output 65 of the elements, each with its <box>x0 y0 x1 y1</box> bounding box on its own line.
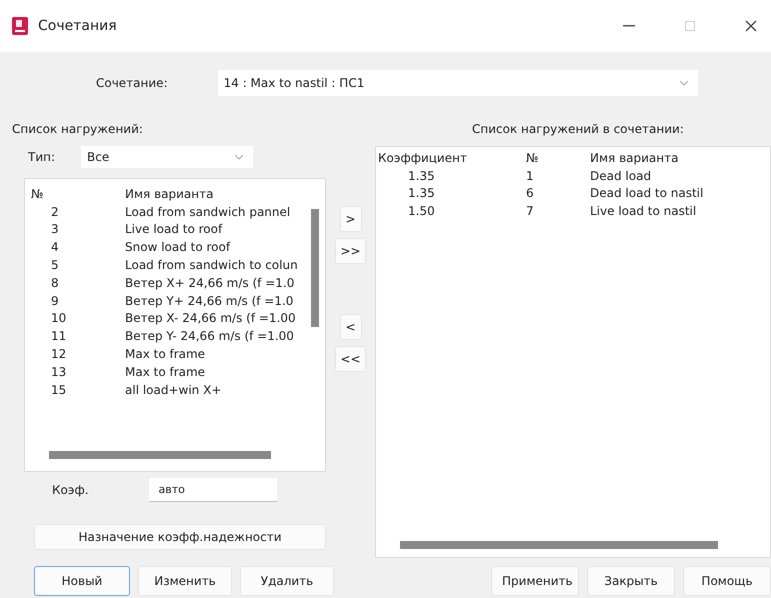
load-name[interactable]: Ветер Y- 24,66 m/s (f =1.00 <box>125 329 325 344</box>
load-name[interactable]: Load from sandwich pannel <box>125 204 325 219</box>
scrollbar-thumb[interactable] <box>400 541 718 549</box>
load-name[interactable]: Max to frame <box>125 347 325 362</box>
transfer-button[interactable]: < <box>340 314 362 340</box>
column-header: № <box>526 150 540 165</box>
transfer-button[interactable]: > <box>340 206 362 232</box>
load-name[interactable]: Ветер X- 24,66 m/s (f =1.00 <box>125 311 325 326</box>
loads-list-heading: Список нагружений: <box>12 122 144 136</box>
load-number[interactable]: 12 <box>25 347 125 362</box>
dropdown-caret-icon <box>680 80 688 86</box>
load-name[interactable]: all load+win X+ <box>125 382 325 397</box>
load-number[interactable]: 4 <box>25 240 125 254</box>
scrollbar-thumb[interactable] <box>49 451 271 459</box>
load-number[interactable]: 6 <box>526 186 590 200</box>
dropdown-caret-icon <box>235 154 244 160</box>
maximize-icon <box>685 21 695 31</box>
coefficient-value[interactable]: 1.35 <box>376 168 526 183</box>
coefficient-field[interactable]: авто <box>148 478 277 502</box>
combination-dropdown[interactable]: 14 : Max to nastil : ПС1 <box>218 70 698 96</box>
load-number[interactable]: 13 <box>25 364 125 379</box>
column-header: Имя варианта <box>125 186 214 201</box>
load-name[interactable]: Snow load to roof <box>125 240 325 254</box>
load-number[interactable]: 7 <box>526 204 590 218</box>
load-number[interactable]: 15 <box>25 382 125 397</box>
column-header: Коэффициент <box>377 150 468 165</box>
load-number[interactable]: 9 <box>25 294 125 308</box>
column-header: Имя варианта <box>590 150 680 165</box>
load-name[interactable]: Ветер Y+ 24,66 m/s (f =1.0 <box>125 294 325 308</box>
load-number[interactable]: 1 <box>526 168 590 183</box>
transfer-button[interactable]: << <box>335 346 366 372</box>
action-button[interactable]: Закрыть <box>587 566 675 596</box>
type-label: Тип: <box>28 150 56 164</box>
window-title: Сочетания <box>38 18 118 34</box>
load-name[interactable]: Load from sandwich to colun <box>125 258 325 272</box>
load-number[interactable]: 2 <box>25 204 125 219</box>
coefficient-value[interactable]: 1.50 <box>376 204 526 218</box>
load-number[interactable]: 11 <box>25 329 125 344</box>
action-button[interactable]: Применить <box>491 566 579 596</box>
minimize-icon[interactable] <box>623 25 635 27</box>
combination-label: Сочетание: <box>96 76 168 90</box>
scrollbar-thumb[interactable] <box>311 209 319 327</box>
action-button[interactable]: Изменить <box>138 566 232 596</box>
load-name[interactable]: Live load to nastil <box>590 204 770 218</box>
load-number[interactable]: 3 <box>25 222 125 236</box>
load-name[interactable]: Live load to roof <box>125 222 325 236</box>
load-name[interactable]: Max to frame <box>125 364 325 379</box>
close-icon[interactable] <box>745 20 757 32</box>
combination-list-heading: Список нагружений в сочетании: <box>472 122 684 136</box>
action-button[interactable]: Удалить <box>240 566 334 596</box>
load-number[interactable]: 8 <box>25 276 125 290</box>
action-button[interactable]: Новый <box>34 566 130 596</box>
load-number[interactable]: 5 <box>25 258 125 272</box>
reliability-button[interactable]: Назначение коэфф.надежности <box>34 524 326 550</box>
load-number[interactable]: 10 <box>25 311 125 326</box>
load-name[interactable]: Ветер X+ 24,66 m/s (f =1.0 <box>125 276 325 290</box>
load-name[interactable]: Dead load <box>590 168 770 183</box>
transfer-button[interactable]: >> <box>335 238 366 264</box>
action-button[interactable]: Помощь <box>683 566 771 596</box>
column-header: № <box>30 186 44 201</box>
load-name[interactable]: Dead load to nastil <box>590 186 770 200</box>
coefficient-label: Коэф. <box>52 483 89 497</box>
coefficient-value[interactable]: 1.35 <box>376 186 526 200</box>
app-logo-icon <box>12 17 28 35</box>
type-dropdown[interactable]: Все <box>81 146 254 168</box>
